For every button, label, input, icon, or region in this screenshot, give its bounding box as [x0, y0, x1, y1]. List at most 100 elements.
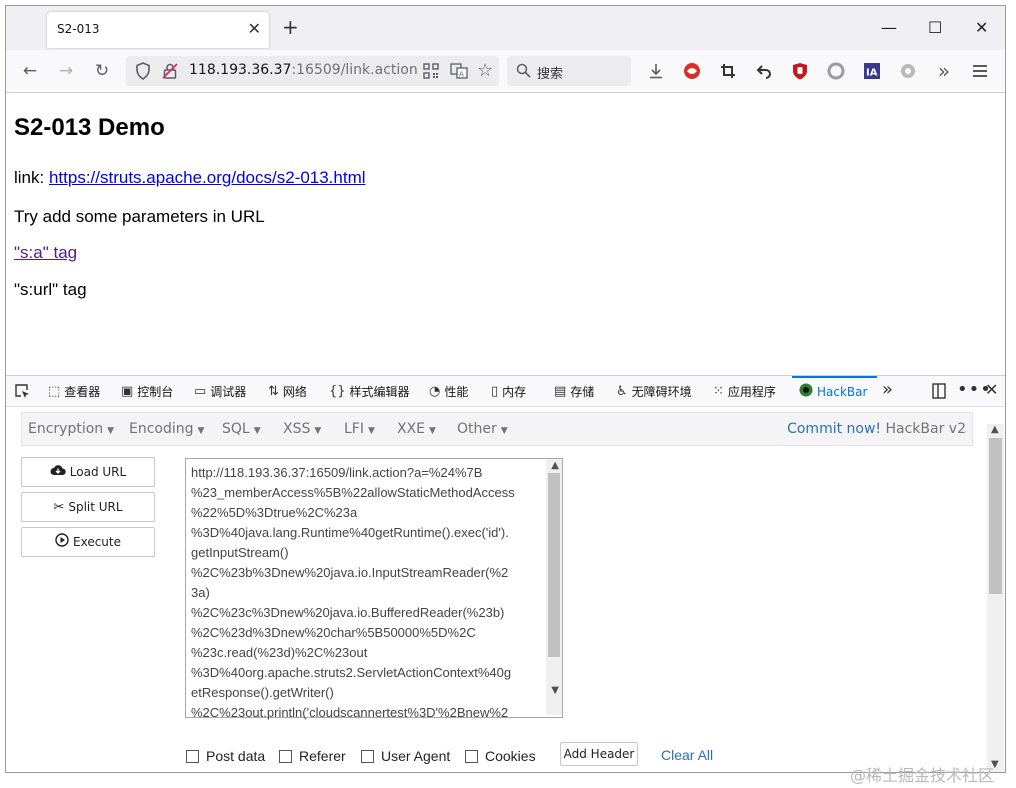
checkbox-box[interactable] [465, 749, 478, 763]
devtools-overflow-icon[interactable]: » [882, 379, 893, 400]
s2-013-docs-link[interactable]: https://struts.apache.org/docs/s2-013.ht… [49, 168, 366, 187]
split-url-button[interactable]: ✂ Split URL [21, 492, 155, 522]
checkbox-box[interactable] [279, 749, 292, 763]
dock-side-icon[interactable] [931, 383, 947, 403]
url-line: etResponse().getWriter() [191, 685, 334, 700]
tab-strip: S2-013 ✕ + — ☐ ✕ [6, 6, 1005, 50]
menu-lfi-label: LFI [344, 421, 364, 437]
tab-style-editor-label: 样式编辑器 [349, 385, 410, 399]
circle-extension-icon[interactable] [825, 60, 847, 82]
storage-icon: ▤ [554, 384, 567, 399]
url-textarea[interactable]: http://118.193.36.37:16509/link.action?a… [185, 458, 563, 720]
devtools-toolbar: ⬚ 查看器 ▣ 控制台 ▭ 调试器 ⇅ 网络 {} 样式编辑器 ◔ 性能 ▯ 内存 ▤ 存储 ♿… [6, 376, 1005, 407]
gear-extension-icon[interactable] [897, 60, 919, 82]
textarea-scrollbar[interactable]: ▲ ▼ [546, 459, 562, 715]
application-icon: ⁙ [713, 384, 724, 399]
scroll-up-icon[interactable]: ▲ [551, 460, 559, 471]
back-icon[interactable]: ← [19, 60, 41, 82]
tab-memory-label: 内存 [502, 385, 527, 399]
scissors-icon: ✂ [53, 499, 65, 515]
hackbar-version: HackBar v2 [881, 421, 966, 437]
menu-encoding-label: Encoding [129, 421, 194, 437]
tab-style-editor[interactable]: {} 样式编辑器 [329, 383, 410, 400]
tab-performance[interactable]: ◔ 性能 [429, 383, 468, 400]
debugger-icon: ▭ [194, 384, 207, 399]
tab-application[interactable]: ⁙ 应用程序 [713, 383, 776, 400]
scroll-down-icon[interactable]: ▼ [551, 685, 559, 696]
reload-icon[interactable]: ↻ [91, 60, 113, 82]
cookies-checkbox[interactable]: Cookies [465, 748, 536, 764]
hamburger-menu-icon[interactable] [969, 60, 991, 82]
tab-close-icon[interactable]: ✕ [248, 20, 261, 38]
browser-window: S2-013 ✕ + — ☐ ✕ ← → ↻ 118.193.36.37:165… [5, 5, 1006, 773]
tab-hackbar[interactable]: HackBar [799, 383, 867, 401]
qr-code-icon[interactable] [423, 63, 439, 83]
search-box[interactable]: 搜索 [507, 56, 631, 86]
devtools-scrollbar[interactable]: ▲ ▼ [987, 424, 1004, 772]
menu-xss[interactable]: XSS ▼ [283, 421, 321, 437]
execute-button[interactable]: Execute [21, 527, 155, 557]
minimize-icon[interactable]: — [881, 18, 897, 37]
checkbox-box[interactable] [361, 749, 374, 763]
url-line: %2C%23d%3Dnew%20char%5B50000%5D%2C [191, 625, 476, 640]
tab-console[interactable]: ▣ 控制台 [121, 383, 173, 400]
ia-extension-icon[interactable]: IA [861, 60, 883, 82]
tab-s2-013[interactable]: S2-013 ✕ [47, 12, 269, 48]
tab-inspector[interactable]: ⬚ 查看器 [48, 383, 100, 400]
crop-icon[interactable] [717, 60, 739, 82]
load-url-button[interactable]: Load URL [21, 457, 155, 487]
memory-icon: ▯ [491, 384, 499, 399]
page-title: S2-013 Demo [14, 114, 165, 141]
menu-encryption[interactable]: Encryption ▼ [28, 421, 114, 437]
bookmark-star-icon[interactable]: ☆ [477, 61, 493, 81]
scroll-up-icon[interactable]: ▲ [991, 424, 999, 435]
address-bar[interactable]: 118.193.36.37:16509/link.action A ☆ [126, 56, 499, 86]
menu-sql[interactable]: SQL ▼ [222, 421, 261, 437]
tab-storage-label: 存储 [570, 385, 595, 399]
post-data-checkbox[interactable]: Post data [186, 748, 265, 764]
new-tab-button[interactable]: + [282, 16, 299, 38]
window-close-icon[interactable]: ✕ [975, 18, 988, 37]
commit-now-link[interactable]: Commit now! [787, 421, 881, 437]
tab-inspector-label: 查看器 [64, 385, 101, 399]
ublock-shield-icon[interactable] [789, 60, 811, 82]
page-content: S2-013 Demo link: https://struts.apache.… [6, 93, 1005, 375]
add-header-button[interactable]: Add Header [560, 742, 638, 766]
url-line: %3D%40java.lang.Runtime%40getRuntime().e… [191, 525, 509, 540]
devtools-scroll-thumb[interactable] [989, 438, 1002, 594]
menu-other[interactable]: Other ▼ [457, 421, 508, 437]
tab-storage[interactable]: ▤ 存储 [554, 383, 594, 400]
menu-xxe[interactable]: XXE ▼ [397, 421, 436, 437]
textarea-scroll-thumb[interactable] [548, 473, 560, 657]
sa-tag-link[interactable]: "s:a" tag [14, 243, 77, 262]
element-picker-icon[interactable] [14, 383, 30, 403]
referer-checkbox[interactable]: Referer [279, 748, 346, 764]
tab-accessibility[interactable]: ♿ 无障碍环境 [616, 383, 692, 400]
insecure-lock-icon[interactable] [162, 62, 178, 84]
tab-memory[interactable]: ▯ 内存 [491, 383, 526, 400]
url-textarea-content: http://118.193.36.37:16509/link.action?a… [191, 463, 541, 723]
split-url-label: Split URL [68, 500, 123, 514]
translate-icon[interactable]: A [450, 62, 468, 84]
shield-icon[interactable] [135, 62, 151, 84]
tab-debugger[interactable]: ▭ 调试器 [194, 383, 246, 400]
tab-network[interactable]: ⇅ 网络 [268, 383, 307, 400]
maximize-icon[interactable]: ☐ [928, 18, 942, 37]
checkbox-box[interactable] [186, 749, 199, 763]
forward-icon[interactable]: → [55, 60, 77, 82]
menu-encoding[interactable]: Encoding ▼ [129, 421, 204, 437]
user-agent-checkbox[interactable]: User Agent [361, 748, 450, 764]
url-line: %2C%23b%3Dnew%20java.io.InputStreamReade… [191, 565, 509, 580]
svg-text:IA: IA [866, 68, 878, 79]
instruction-text: Try add some parameters in URL [14, 207, 265, 226]
menu-lfi[interactable]: LFI ▼ [344, 421, 375, 437]
chevron-down-icon: ▼ [314, 426, 322, 436]
devtools-close-icon[interactable]: ✕ [985, 380, 998, 399]
clear-all-link[interactable]: Clear All [661, 747, 713, 763]
download-icon[interactable] [645, 60, 667, 82]
extension-red-swirl-icon[interactable] [681, 60, 703, 82]
overflow-chevron-icon[interactable]: » [933, 59, 955, 83]
url-text[interactable]: 118.193.36.37:16509/link.action [189, 62, 418, 78]
play-circle-icon [55, 533, 69, 551]
undo-arrow-icon[interactable] [753, 60, 775, 82]
